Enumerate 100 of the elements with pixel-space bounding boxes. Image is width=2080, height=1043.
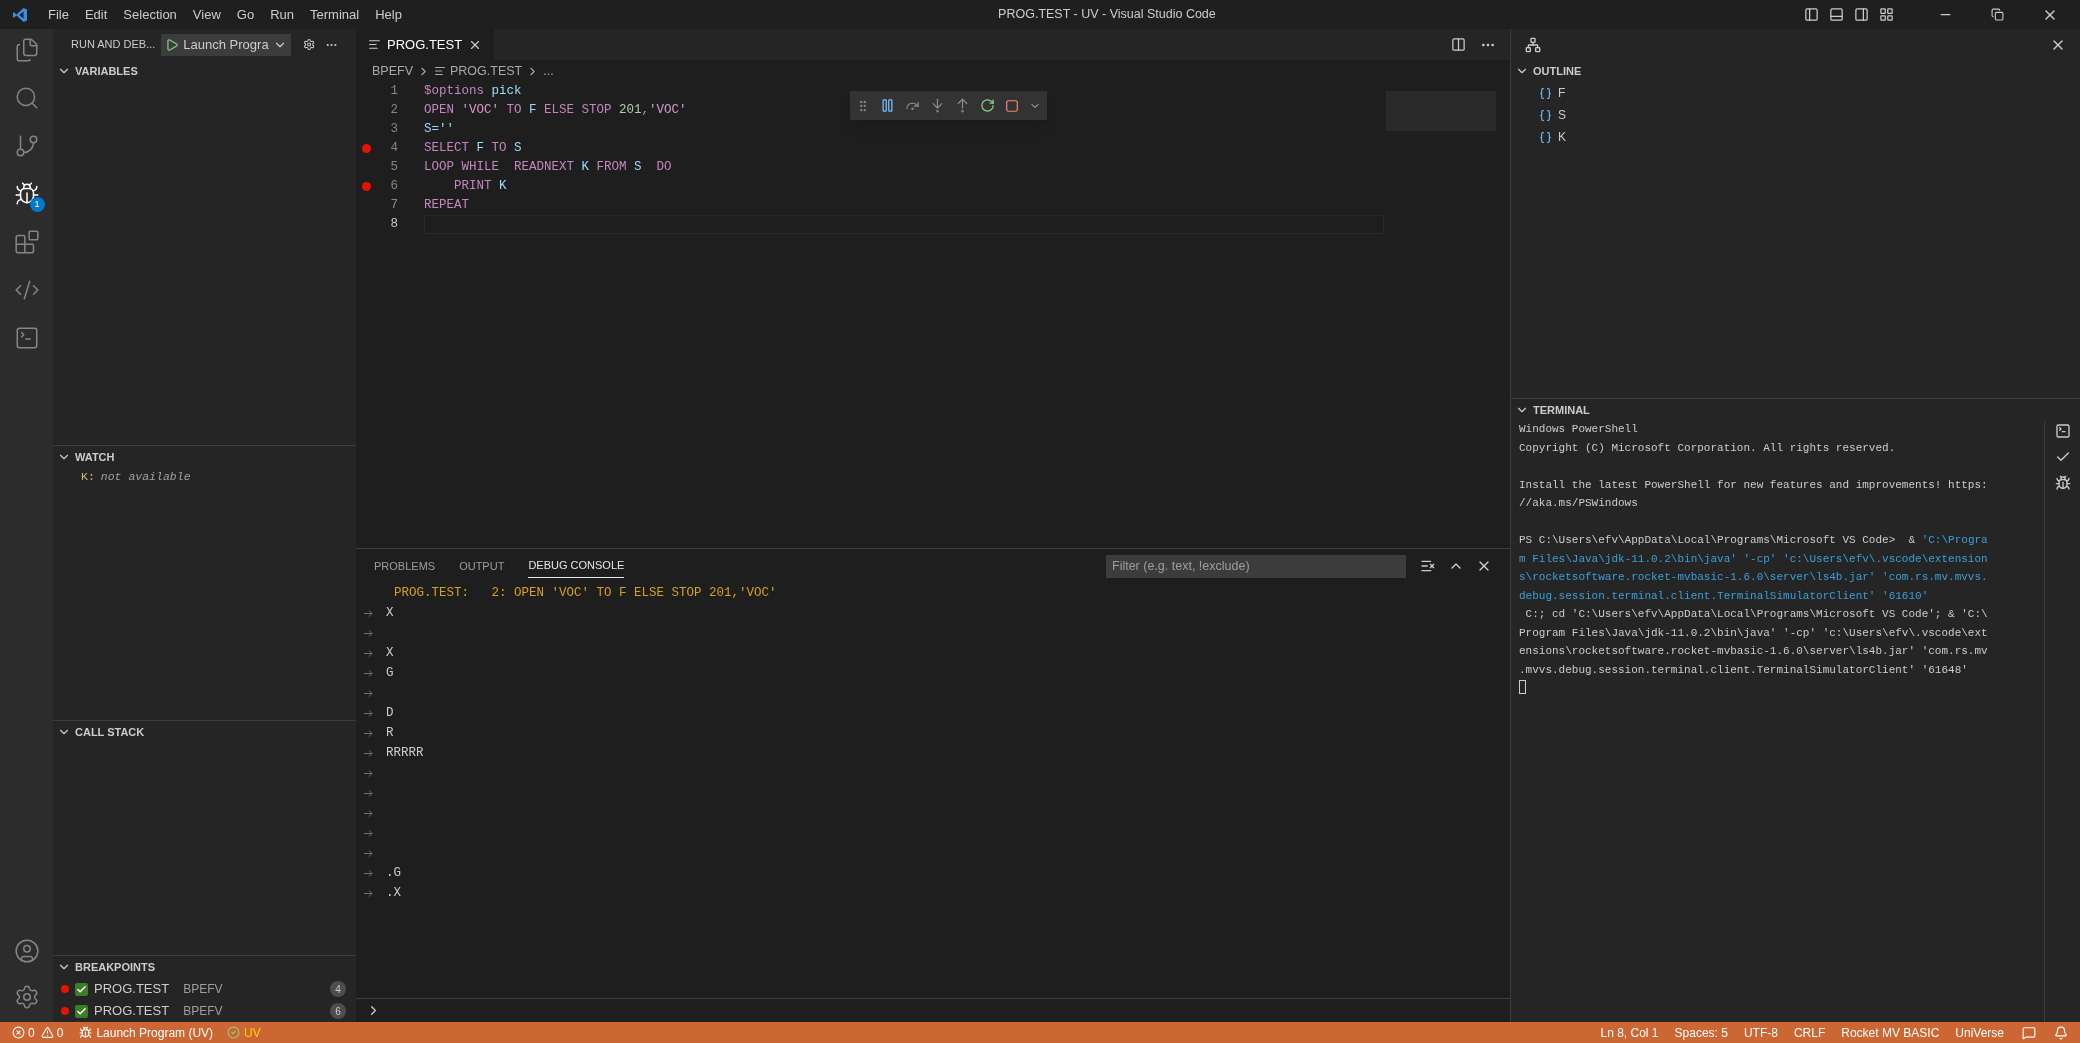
- file-icon: [368, 38, 381, 51]
- terminal-line: m Files\Java\jdk-11.0.2\bin\java' '-cp' 'c:\Users\efv\.vscode\extension: [1519, 552, 1988, 565]
- terminal-icon[interactable]: [2054, 423, 2071, 439]
- console-output: .G: [386, 864, 401, 882]
- panel-tab[interactable]: DEBUG CONSOLE: [528, 554, 625, 578]
- output-arrow-icon: [364, 889, 373, 897]
- blocks-icon[interactable]: [13, 229, 40, 255]
- section-title[interactable]: OUTLINE: [1533, 62, 1582, 80]
- watch-value: not available: [100, 469, 191, 485]
- settings-icon[interactable]: [13, 984, 40, 1010]
- breakpoint-folder: BPEFV: [183, 981, 223, 998]
- checkbox[interactable]: [75, 982, 88, 996]
- breakpoint-file[interactable]: PROG.TEST: [94, 1001, 170, 1021]
- error-count[interactable]: 0: [28, 1023, 35, 1042]
- stop-icon[interactable]: [1005, 98, 1019, 113]
- section-title[interactable]: CALL STACK: [75, 723, 145, 741]
- error-icon[interactable]: [12, 1026, 25, 1039]
- output-arrow-icon: [364, 729, 373, 737]
- output-arrow-icon: [364, 629, 373, 637]
- panel-toggle-icon[interactable]: [1829, 7, 1844, 22]
- menu-item[interactable]: Terminal: [302, 4, 368, 25]
- line-number: 2: [389, 102, 398, 120]
- output-arrow-icon: [364, 649, 373, 657]
- output-arrow-icon: [364, 689, 373, 697]
- panel-tab[interactable]: PROBLEMS: [374, 554, 436, 578]
- files-icon[interactable]: [13, 37, 40, 63]
- restart-icon[interactable]: [980, 98, 995, 113]
- output-arrow-icon: [364, 789, 373, 797]
- breadcrumb-item[interactable]: BPEFV: [372, 61, 413, 81]
- sidebar-toggle-icon[interactable]: [1804, 7, 1819, 22]
- symbol-name[interactable]: K: [1558, 128, 1566, 146]
- check-circle-icon[interactable]: [227, 1026, 241, 1039]
- status-item[interactable]: UniVerse: [1955, 1023, 2004, 1042]
- step-into-icon[interactable]: [930, 98, 945, 113]
- variable-icon: [1539, 108, 1552, 122]
- status-item[interactable]: UTF-8: [1743, 1023, 1778, 1042]
- filter-field[interactable]: Filter (e.g. text, !exclude): [1106, 554, 1406, 578]
- console-output: RRRRR: [386, 744, 424, 762]
- app-logo-icon: [12, 6, 28, 23]
- section-title[interactable]: BREAKPOINTS: [75, 958, 156, 976]
- menu-item[interactable]: Run: [262, 4, 302, 25]
- notification-icon[interactable]: [2054, 1025, 2068, 1040]
- outline-icon[interactable]: [1525, 36, 1541, 53]
- terminal-line: //aka.ms/PSWindows: [1519, 497, 1638, 509]
- code-line: OPEN 'VOC' TO F ELSE STOP 201,'VOC': [424, 102, 687, 120]
- debug-icon[interactable]: [79, 1026, 93, 1039]
- code-line: S='': [424, 121, 454, 139]
- layout-icon[interactable]: [1879, 7, 1894, 22]
- breadcrumb-item[interactable]: PROG.TEST: [450, 61, 523, 81]
- terminal-line: ensions\rocketsoftware.rocket-mvbasic-1.6.0\server\ls4b.jar' 'com.rs.mv: [1519, 645, 1988, 657]
- checkbox[interactable]: [75, 1004, 88, 1018]
- split-editor-icon[interactable]: [1451, 36, 1466, 52]
- terminal-cursor: [1519, 680, 1526, 694]
- menu-item[interactable]: Selection: [115, 4, 185, 25]
- bug-icon[interactable]: [13, 181, 40, 207]
- account-icon[interactable]: [13, 938, 40, 964]
- terminal-icon[interactable]: [13, 325, 40, 351]
- file-icon: [434, 65, 446, 77]
- warning-icon[interactable]: [40, 1026, 54, 1039]
- clear-console-icon[interactable]: [1420, 558, 1436, 574]
- launch-status[interactable]: Launch Program (UV): [96, 1023, 214, 1042]
- section-title[interactable]: TERMINAL: [1533, 401, 1590, 419]
- step-out-icon[interactable]: [955, 98, 970, 113]
- right-panel-toggle-icon[interactable]: [1854, 7, 1869, 22]
- variable-icon: [1539, 86, 1552, 100]
- symbol-name[interactable]: F: [1558, 84, 1566, 102]
- terminal-line: debug.session.terminal.client.TerminalSimulatorClient' '61610': [1519, 589, 1929, 602]
- symbol-name[interactable]: S: [1558, 106, 1566, 124]
- restore-icon[interactable]: [1991, 8, 2004, 21]
- bug-icon[interactable]: [2054, 475, 2071, 491]
- warning-count[interactable]: 0: [56, 1023, 64, 1042]
- section-title[interactable]: VARIABLES: [75, 62, 138, 80]
- status-item[interactable]: Spaces: 5: [1674, 1023, 1728, 1042]
- breakpoint-file[interactable]: PROG.TEST: [94, 979, 170, 999]
- play-icon[interactable]: [165, 37, 180, 52]
- launch-config-dropdown[interactable]: Launch Progra: [161, 33, 291, 56]
- output-arrow-icon: [364, 849, 373, 857]
- menu-item[interactable]: File: [40, 4, 77, 25]
- section-title[interactable]: WATCH: [75, 448, 115, 466]
- panel-tab[interactable]: OUTPUT: [459, 554, 505, 578]
- output-arrow-icon: [364, 609, 373, 617]
- breadcrumb-item[interactable]: ...: [543, 61, 554, 81]
- status-item[interactable]: Ln 8, Col 1: [1600, 1023, 1659, 1042]
- menu-item[interactable]: View: [184, 4, 229, 25]
- line-number-badge: 6: [330, 1003, 346, 1019]
- terminal-line: s\rocketsoftware.rocket-mvbasic-1.6.0\server\ls4b.jar' 'com.rs.mv.mvvs.: [1519, 571, 1988, 583]
- line-number: 1: [389, 83, 398, 101]
- output-arrow-icon: [364, 669, 373, 677]
- menu-item[interactable]: Go: [228, 4, 263, 25]
- variable-icon: [1539, 130, 1552, 144]
- menu-item[interactable]: Edit: [76, 4, 116, 25]
- editor-tab[interactable]: PROG.TEST: [356, 29, 495, 60]
- settings-icon[interactable]: [302, 37, 315, 52]
- status-item[interactable]: Rocket MV BASIC: [1841, 1023, 1940, 1042]
- feedback-icon[interactable]: [2022, 1025, 2036, 1040]
- pause-icon[interactable]: [880, 98, 895, 113]
- output-arrow-icon: [364, 829, 373, 837]
- menu-item[interactable]: Help: [367, 4, 410, 25]
- branch-icon[interactable]: [13, 133, 40, 159]
- status-item[interactable]: CRLF: [1793, 1023, 1826, 1042]
